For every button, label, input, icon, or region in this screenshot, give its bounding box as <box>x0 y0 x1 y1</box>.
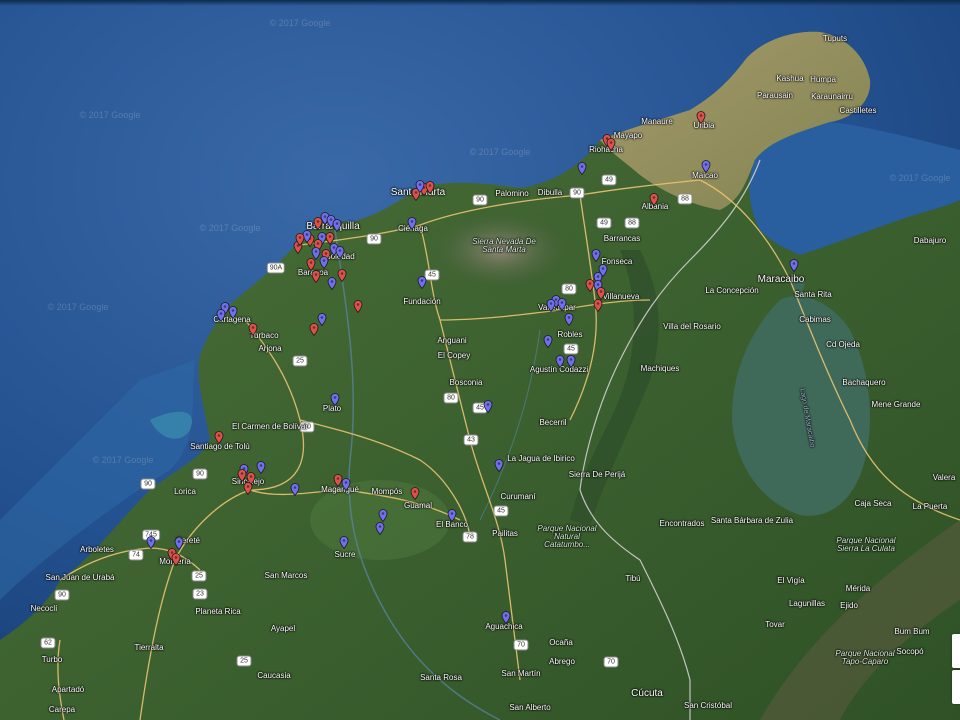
blue-map-pin-icon[interactable] <box>447 509 457 522</box>
red-map-pin-icon[interactable] <box>606 138 616 151</box>
blue-map-pin-icon[interactable] <box>701 160 711 173</box>
blue-map-pin-icon[interactable] <box>789 259 799 272</box>
blue-map-pin-icon[interactable] <box>290 483 300 496</box>
blue-map-pin-icon[interactable] <box>557 298 567 311</box>
blue-map-pin-icon[interactable] <box>339 536 349 549</box>
blue-map-pin-icon[interactable] <box>317 313 327 326</box>
red-map-pin-icon[interactable] <box>311 270 321 283</box>
blue-map-pin-icon[interactable] <box>577 162 587 175</box>
blue-map-pin-icon[interactable] <box>216 309 226 322</box>
blue-map-pin-icon[interactable] <box>327 277 337 290</box>
map-canvas[interactable]: © 2017 Google © 2017 Google © 2017 Google ©… <box>0 0 960 720</box>
blue-map-pin-icon[interactable] <box>330 393 340 406</box>
red-map-pin-icon[interactable] <box>353 300 363 313</box>
red-map-pin-icon[interactable] <box>649 193 659 206</box>
red-map-pin-icon[interactable] <box>248 323 258 336</box>
blue-map-pin-icon[interactable] <box>256 461 266 474</box>
blue-map-pin-icon[interactable] <box>564 313 574 326</box>
red-map-pin-icon[interactable] <box>337 269 347 282</box>
blue-map-pin-icon[interactable] <box>335 246 345 259</box>
blue-map-pin-icon[interactable] <box>555 355 565 368</box>
red-map-pin-icon[interactable] <box>696 111 706 124</box>
blue-map-pin-icon[interactable] <box>332 219 342 232</box>
blue-map-pin-icon[interactable] <box>415 180 425 193</box>
blue-map-pin-icon[interactable] <box>375 522 385 535</box>
blue-map-pin-icon[interactable] <box>417 276 427 289</box>
red-map-pin-icon[interactable] <box>313 217 323 230</box>
blue-map-pin-icon[interactable] <box>378 509 388 522</box>
blue-map-pin-icon[interactable] <box>407 217 417 230</box>
blue-map-pin-icon[interactable] <box>591 249 601 262</box>
blue-map-pin-icon[interactable] <box>566 355 576 368</box>
blue-map-pin-icon[interactable] <box>543 335 553 348</box>
red-map-pin-icon[interactable] <box>295 233 305 246</box>
red-map-pin-icon[interactable] <box>309 323 319 336</box>
red-map-pin-icon[interactable] <box>410 487 420 500</box>
red-map-pin-icon[interactable] <box>237 469 247 482</box>
zoom-in-button[interactable] <box>952 634 960 668</box>
zoom-out-button[interactable] <box>952 670 960 704</box>
blue-map-pin-icon[interactable] <box>319 256 329 269</box>
marker-layer <box>0 0 960 720</box>
red-map-pin-icon[interactable] <box>425 181 435 194</box>
blue-map-pin-icon[interactable] <box>228 306 238 319</box>
blue-map-pin-icon[interactable] <box>546 299 556 312</box>
red-map-pin-icon[interactable] <box>214 431 224 444</box>
blue-map-pin-icon[interactable] <box>501 611 511 624</box>
blue-map-pin-icon[interactable] <box>146 536 156 549</box>
blue-map-pin-icon[interactable] <box>341 478 351 491</box>
blue-map-pin-icon[interactable] <box>483 400 493 413</box>
red-map-pin-icon[interactable] <box>593 299 603 312</box>
blue-map-pin-icon[interactable] <box>494 459 504 472</box>
red-map-pin-icon[interactable] <box>171 553 181 566</box>
red-map-pin-icon[interactable] <box>243 482 253 495</box>
